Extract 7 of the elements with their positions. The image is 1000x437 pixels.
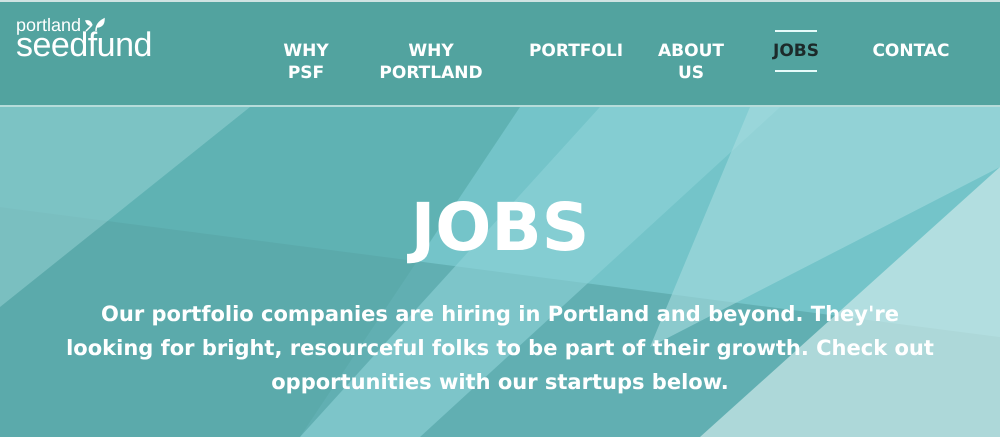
nav-link[interactable]: ABOUT US	[646, 30, 736, 84]
leaf-icon	[84, 17, 106, 33]
nav-link[interactable]: CONTAC	[856, 30, 966, 62]
nav-link[interactable]: WHY PORTLAND	[356, 30, 506, 84]
nav-link[interactable]: WHY PSF	[256, 30, 356, 84]
nav-link[interactable]: JOBS	[736, 30, 856, 72]
nav-link[interactable]: PORTFOLI	[506, 30, 646, 62]
